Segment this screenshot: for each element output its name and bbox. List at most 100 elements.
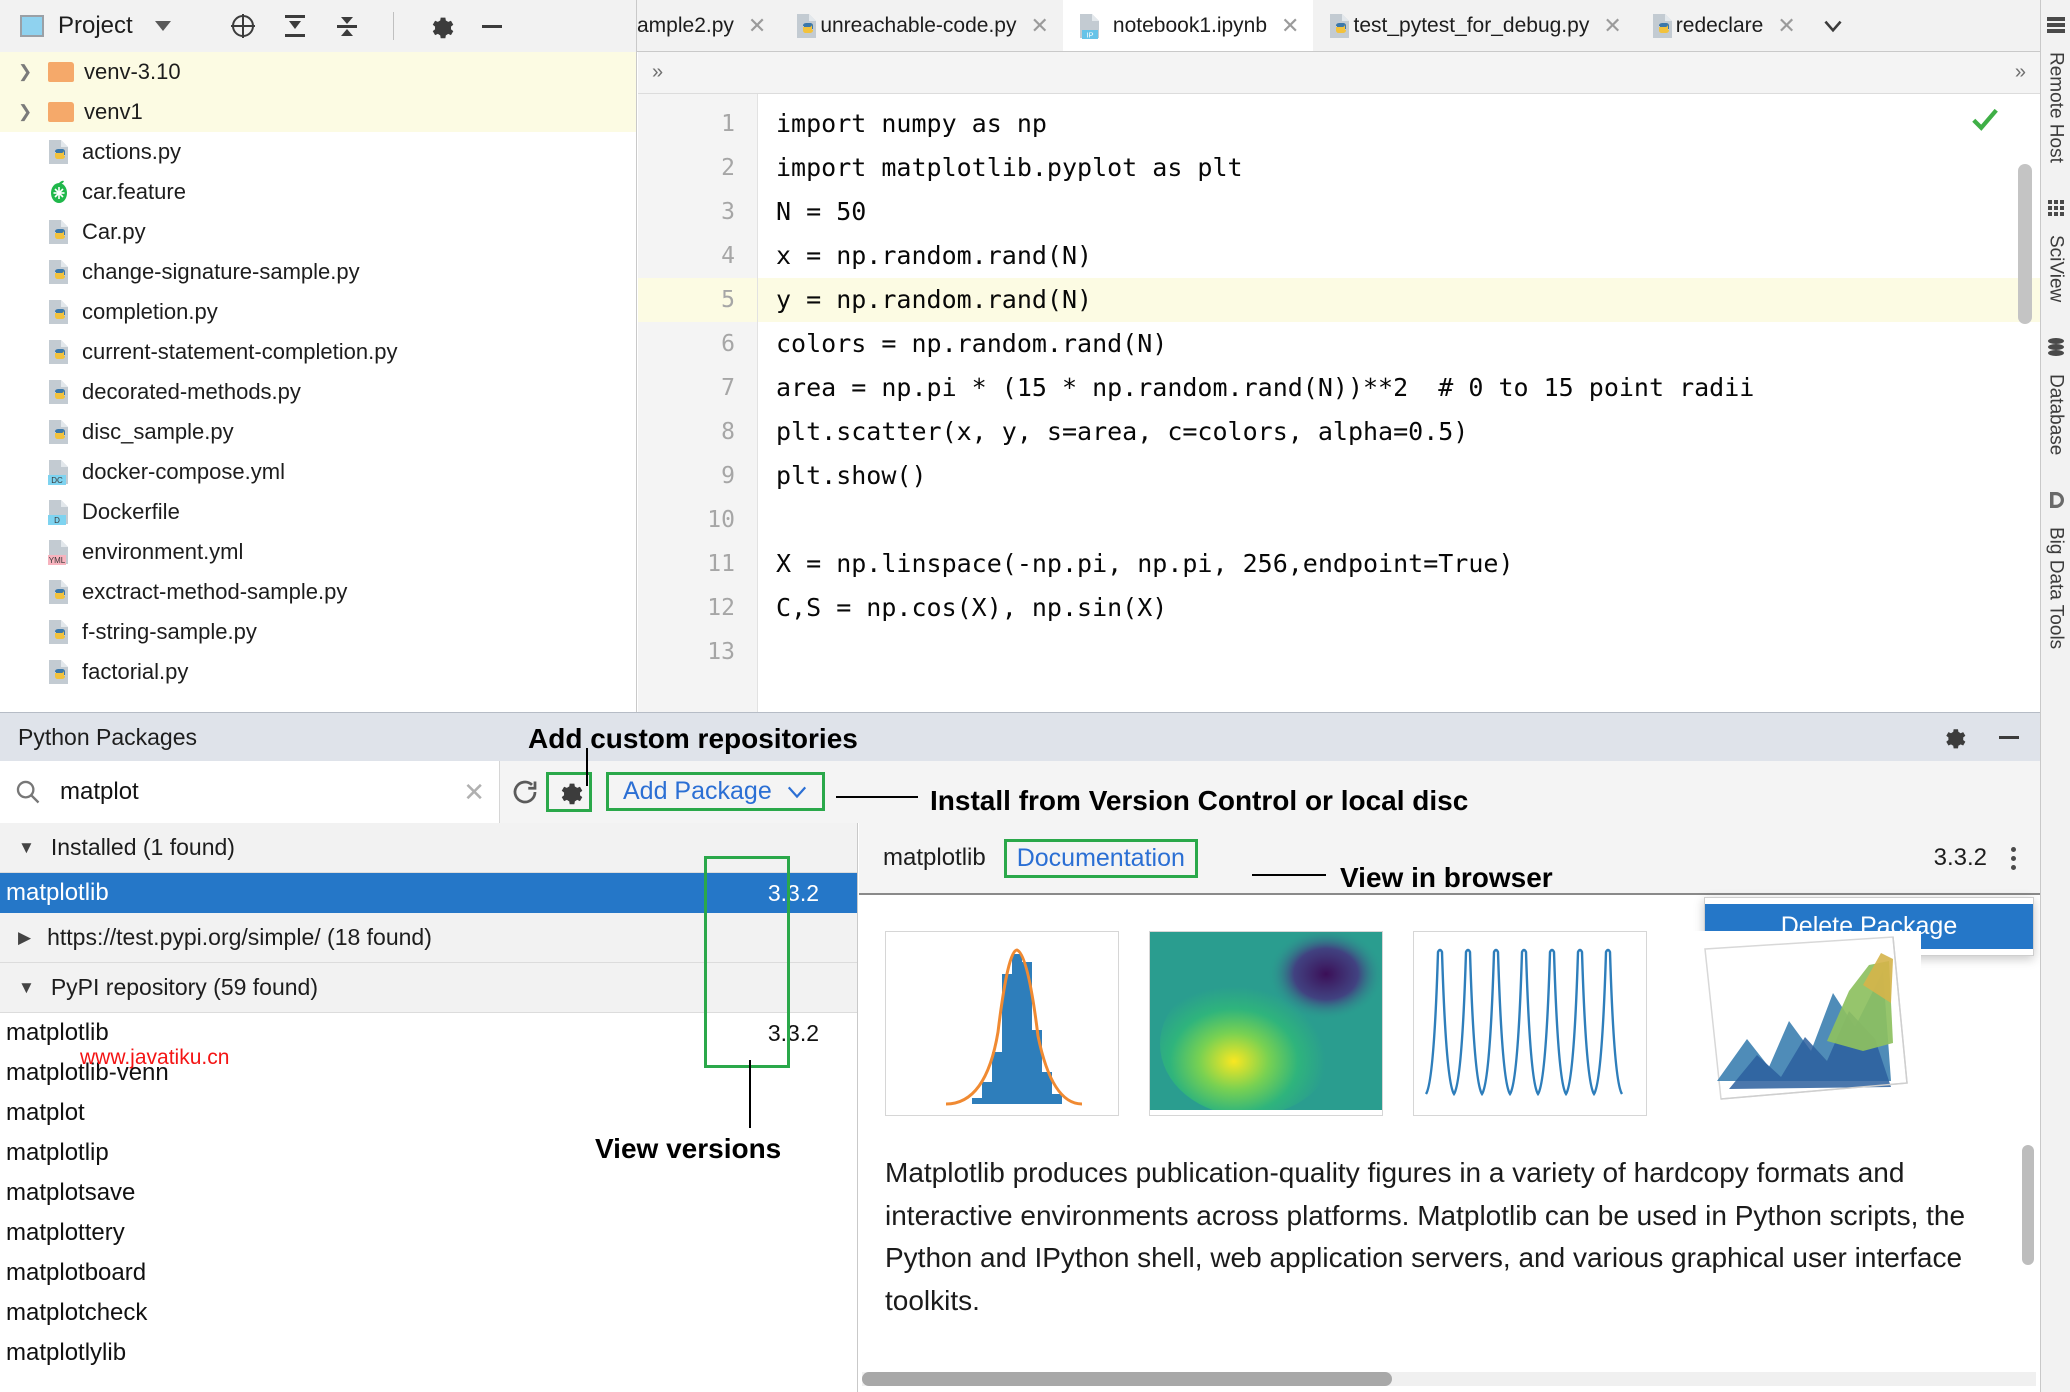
code-line[interactable]: N = 50 [758,190,2040,234]
tree-item-car-feature[interactable]: car.feature [0,172,636,212]
editor-tab-redeclare[interactable]: redeclare ✕ [1636,0,1810,51]
tree-item-current-statement-completion-py[interactable]: current-statement-completion.py [0,332,636,372]
tree-item-car-py[interactable]: Car.py [0,212,636,252]
package-group-header-0[interactable]: ▼ Installed (1 found) [0,823,857,873]
search-input[interactable]: matplot ✕ [0,760,500,823]
documentation-link[interactable]: Documentation [1003,838,1198,878]
editor-tab-ample2-py[interactable]: ample2.py ✕ [637,0,780,51]
package-group-header-1[interactable]: ▶ https://test.pypi.org/simple/ (18 found… [0,913,857,963]
package-row-version: 3.3.2 [767,1019,819,1046]
tree-item-change-signature-sample-py[interactable]: change-signature-sample.py [0,252,636,292]
tool-button-sciview[interactable]: SciView [2045,197,2067,302]
tree-item-exctract-method-sample-py[interactable]: exctract-method-sample.py [0,572,636,612]
folder-icon [48,62,84,82]
code-line[interactable]: colors = np.random.rand(N) [758,322,2040,366]
code-line[interactable]: area = np.pi * (15 * np.random.rand(N))*… [758,366,2040,410]
code-line[interactable]: plt.scatter(x, y, s=area, c=colors, alph… [758,410,2040,454]
triangle-down-icon[interactable]: ▼ [18,978,35,998]
close-icon[interactable]: ✕ [1281,15,1299,37]
description-horizontal-scrollbar[interactable] [862,1372,2036,1386]
chevron-right-icon[interactable]: ❯ [18,62,38,82]
editor-scrollbar[interactable] [2018,164,2032,324]
hide-panel-icon[interactable] [478,12,506,40]
code-line[interactable]: import matplotlib.pyplot as plt [758,146,2040,190]
scrollbar-thumb[interactable] [862,1372,1392,1386]
tree-item-environment-yml[interactable]: YML environment.yml [0,532,636,572]
editor-tab-unreachable-code-py[interactable]: unreachable-code.py ✕ [780,0,1063,51]
package-group-label: PyPI repository (59 found) [50,974,319,1000]
folder-icon [48,102,74,122]
locate-target-icon[interactable] [229,12,257,40]
line-number: 8 [721,419,735,445]
python-file-icon [46,138,82,166]
line-number: 1 [721,111,735,137]
code-line[interactable]: import numpy as np [758,102,2040,146]
search-input-value[interactable]: matplot [60,778,463,806]
tree-item-venv-3-10[interactable]: ❯ venv-3.10 [0,52,636,92]
refresh-icon[interactable] [510,777,540,807]
package-row[interactable]: matplottery [0,1213,857,1253]
triangle-right-icon[interactable]: ▶ [18,928,31,948]
chevron-down-icon[interactable] [154,21,171,31]
editor-tab-notebook1-ipynb[interactable]: IP notebook1.ipynb ✕ [1062,0,1314,51]
hide-panel-icon[interactable] [1996,724,2022,750]
package-row[interactable]: matplotlylib [0,1333,857,1373]
code-line[interactable]: x = np.random.rand(N) [758,234,2040,278]
tree-item-f-string-sample-py[interactable]: f-string-sample.py [0,612,636,652]
code-lines[interactable]: import numpy as np import matplotlib.pypl… [758,94,2040,712]
code-line[interactable] [758,498,2040,542]
code-line[interactable]: C,S = np.cos(X), np.sin(X) [758,586,2040,630]
code-line[interactable]: X = np.linspace(-np.pi, np.pi, 256,endpo… [758,542,2040,586]
tree-item-actions-py[interactable]: actions.py [0,132,636,172]
more-options-icon[interactable] [2011,846,2016,870]
tree-item-docker-compose-yml[interactable]: DC docker-compose.yml [0,452,636,492]
close-icon[interactable]: ✕ [1030,15,1048,37]
editor-tab-label: test_pytest_for_debug.py [1353,14,1590,37]
expand-all-icon[interactable] [333,12,361,40]
settings-gear-icon[interactable] [426,12,454,40]
gallery-thumbnails [885,928,2014,1116]
tree-item-dockerfile[interactable]: D Dockerfile [0,492,636,532]
package-list[interactable]: ▼ Installed (1 found) matplotlib 3.3.2 ▶ http… [0,823,858,1392]
collapse-all-icon[interactable] [281,12,309,40]
code-line[interactable]: y = np.random.rand(N) [758,278,2040,322]
tree-item-factorial-py[interactable]: factorial.py [0,652,636,692]
tree-item-label: venv1 [84,99,143,124]
code-line[interactable]: plt.show() [758,454,2040,498]
tool-button-database[interactable]: Database [2045,336,2067,455]
close-icon[interactable]: ✕ [748,15,766,37]
jupyter-notebook-icon: IP [1077,12,1113,40]
tree-item-venv1[interactable]: ❯ venv1 [0,92,636,132]
package-row[interactable]: matplotcheck [0,1293,857,1333]
right-tool-window-strip: Remote Host SciView Database Big Data To… [2040,0,2070,1392]
tree-item-completion-py[interactable]: completion.py [0,292,636,332]
tool-button-big-data-tools[interactable]: Big Data Tools [2045,489,2067,650]
tab-list-chevron-icon[interactable] [1810,0,1856,51]
editor-tab-test-pytest-for-debug-py[interactable]: test_pytest_for_debug.py ✕ [1313,0,1635,51]
package-row[interactable]: matplotboard [0,1253,857,1293]
description-scrollbar[interactable] [2022,1145,2034,1265]
clear-icon[interactable]: ✕ [463,779,485,805]
package-group-header-2[interactable]: ▼ PyPI repository (59 found) [0,963,857,1013]
settings-gear-icon[interactable] [1940,724,1966,750]
chevron-right-icon[interactable]: ❯ [18,102,38,122]
code-line[interactable] [758,630,2040,674]
code-area[interactable]: 1 2 3 4 5 6 7 8 9 10 11 12 13 import numpy as np impo… [638,94,2040,712]
tree-item-label: actions.py [82,139,182,164]
add-package-button[interactable]: Add Package [606,772,825,811]
close-icon[interactable]: ✕ [1777,15,1795,37]
python-file-icon [46,338,82,366]
project-panel-title: Project [58,12,133,39]
package-row[interactable]: matplotlib 3.3.2 [0,873,857,913]
tree-item-label: Dockerfile [82,499,180,524]
tool-button-remote-host[interactable]: Remote Host [2045,14,2067,163]
package-row[interactable]: matplotsave [0,1173,857,1213]
package-row[interactable]: matplot [0,1093,857,1133]
project-file-tree[interactable]: ❯ venv-3.10 ❯ venv1 actions.py car.feature … [0,52,637,712]
letter-d-icon [2045,489,2067,511]
triangle-down-icon[interactable]: ▼ [18,838,35,858]
tree-item-disc-sample-py[interactable]: disc_sample.py [0,412,636,452]
close-icon[interactable]: ✕ [1603,15,1621,37]
breadcrumb-overflow-icon[interactable]: » [2015,61,2026,84]
tree-item-decorated-methods-py[interactable]: decorated-methods.py [0,372,636,412]
